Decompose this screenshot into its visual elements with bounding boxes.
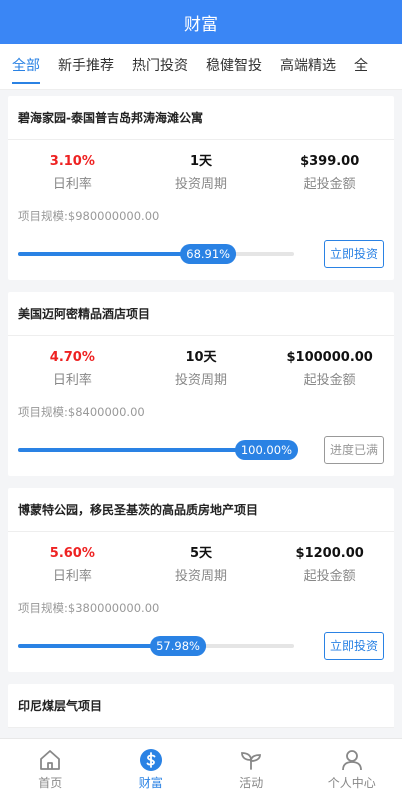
user-icon: [341, 750, 362, 771]
min-amount-label: 起投金额: [303, 373, 356, 388]
period-label: 投资周期: [175, 569, 228, 584]
product-title: 美国迈阿密精品酒店项目: [8, 292, 394, 336]
sprout-icon: [241, 752, 262, 770]
period-value: 10天: [185, 350, 217, 365]
tabbar-profile[interactable]: 个人中心: [302, 739, 402, 800]
product-stats: 5.60% 日利率 5天投资周期 $1200.00 起投金额: [8, 532, 394, 588]
product-card[interactable]: 碧海家园-泰国普吉岛邦涛海滩公寓 3.10% 日利率 1天投资周期 $399.00…: [8, 96, 394, 280]
product-title: 博蒙特公园，移民圣基茨的高品质房地产项目: [8, 488, 394, 532]
progress-badge: 57.98%: [150, 636, 206, 656]
product-card[interactable]: 博蒙特公园，移民圣基茨的高品质房地产项目 5.60% 日利率 5天投资周期 $12…: [8, 488, 394, 672]
period-value: 5天: [189, 546, 213, 561]
product-card[interactable]: 美国迈阿密精品酒店项目 4.70% 日利率 10天投资周期 $100000.00 起…: [8, 292, 394, 476]
tab-hot[interactable]: 热门投资: [123, 44, 197, 89]
invest-button[interactable]: 立即投资: [324, 240, 384, 268]
app-header: 财富: [0, 0, 402, 44]
product-list: 碧海家园-泰国普吉岛邦涛海滩公寓 3.10% 日利率 1天投资周期 $399.00…: [0, 96, 402, 738]
tab-all[interactable]: 全部: [0, 44, 49, 89]
tabbar-label: 财富: [138, 776, 163, 790]
category-tabs: 全部 新手推荐 热门投资 稳健智投 高端精选 全: [0, 44, 402, 90]
progress-track: 100.00%: [18, 440, 298, 460]
period-label: 投资周期: [175, 177, 228, 192]
progress-full-button[interactable]: 进度已满: [324, 436, 384, 464]
progress-track: 57.98%: [18, 636, 294, 656]
period-value: 1天: [189, 154, 213, 169]
project-scale: 项目规模:$380000000.00: [18, 601, 160, 615]
min-amount-label: 起投金额: [303, 177, 356, 192]
progress-badge: 68.91%: [180, 244, 237, 264]
invest-button[interactable]: 立即投资: [324, 632, 384, 660]
tab-premium[interactable]: 高端精选: [271, 44, 345, 89]
tabbar-activity[interactable]: 活动: [201, 739, 302, 800]
rate-label: 日利率: [52, 373, 92, 388]
tabbar-home[interactable]: 首页: [0, 739, 101, 800]
page-title: 财富: [184, 14, 218, 35]
product-stats: 4.70% 日利率 10天投资周期 $100000.00 起投金额: [8, 336, 394, 392]
project-scale: 项目规模:$8400000.00: [18, 405, 145, 419]
tabbar-label: 个人中心: [327, 776, 376, 790]
product-title: 印尼煤层气项目: [8, 684, 394, 728]
tabbar-label: 活动: [239, 776, 264, 790]
min-amount-value: $399.00: [300, 154, 360, 169]
rate-label: 日利率: [52, 569, 92, 584]
tab-more[interactable]: 全: [345, 44, 377, 89]
rate-label: 日利率: [52, 177, 92, 192]
progress-track: 68.91%: [18, 244, 294, 264]
product-stats: 3.10% 日利率 1天投资周期 $399.00 起投金额: [8, 140, 394, 196]
home-icon: [40, 750, 61, 770]
bottom-tab-bar: 首页 财富 活动 个人中心: [0, 738, 402, 800]
rate-value: 5.60%: [49, 546, 95, 561]
tabbar-label: 首页: [38, 776, 63, 790]
wealth-icon: [139, 749, 162, 771]
tab-newbie[interactable]: 新手推荐: [49, 44, 123, 89]
rate-value: 3.10%: [49, 154, 95, 169]
min-amount-label: 起投金额: [303, 569, 356, 584]
product-title: 碧海家园-泰国普吉岛邦涛海滩公寓: [8, 96, 394, 140]
project-scale: 项目规模:$980000000.00: [18, 209, 160, 223]
min-amount-value: $100000.00: [286, 350, 373, 365]
rate-value: 4.70%: [49, 350, 95, 365]
period-label: 投资周期: [175, 373, 228, 388]
min-amount-value: $1200.00: [295, 546, 364, 561]
progress-badge: 100.00%: [234, 440, 298, 460]
tab-steady[interactable]: 稳健智投: [197, 44, 271, 89]
product-card[interactable]: 印尼煤层气项目: [8, 684, 394, 728]
tabbar-wealth[interactable]: 财富: [101, 739, 202, 800]
